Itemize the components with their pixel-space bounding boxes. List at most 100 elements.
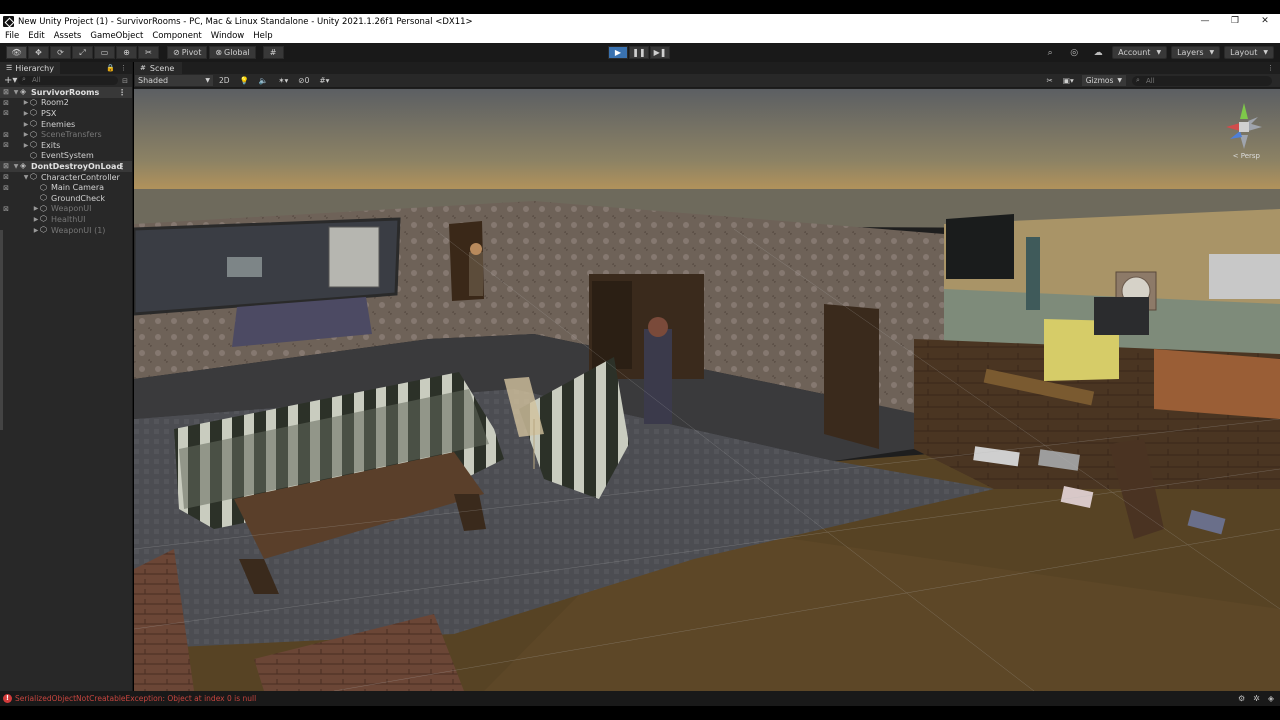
hierarchy-item[interactable]: ⬡ GroundCheck: [0, 193, 132, 204]
collab-icon[interactable]: ◎: [1064, 46, 1084, 59]
console-error-message[interactable]: SerializedObjectNotCreatableException: O…: [15, 694, 256, 703]
foldout-arrow-icon[interactable]: ▶: [22, 99, 30, 106]
hierarchy-item-label: DontDestroyOnLoad: [31, 161, 123, 171]
notification-icon[interactable]: ◈: [1268, 694, 1274, 703]
add-object-button[interactable]: +▾: [4, 75, 18, 86]
hierarchy-item[interactable]: ▶ ⬡ Enemies: [0, 119, 132, 130]
filter-icon[interactable]: ⊟: [122, 77, 128, 85]
hierarchy-item[interactable]: ▶ ⬡ HealthUI: [0, 214, 132, 225]
hierarchy-scene-row[interactable]: ⊠ ▼ ◈ DontDestroyOnLoad ⋮: [0, 161, 132, 172]
cloud-icon[interactable]: ☁: [1088, 46, 1108, 59]
hierarchy-scene-row[interactable]: ⊠ ▼ ◈ SurvivorRooms ⋮: [0, 87, 132, 98]
hierarchy-item[interactable]: ▶ ⬡ WeaponUI (1): [0, 225, 132, 236]
hierarchy-item[interactable]: ⊠ ▶ ⬡ WeaponUI: [0, 204, 132, 215]
close-button[interactable]: ✕: [1250, 14, 1280, 29]
foldout-arrow-icon[interactable]: ▼: [12, 89, 20, 96]
foldout-arrow-icon[interactable]: ▼: [12, 163, 20, 170]
visibility-toggle-icon[interactable]: ⊠: [0, 184, 12, 192]
visibility-toggle-icon[interactable]: ⊠: [0, 88, 12, 96]
scene-viewport[interactable]: < Persp: [134, 89, 1280, 691]
menu-edit[interactable]: Edit: [28, 31, 44, 41]
pivot-label: Pivot: [181, 48, 202, 57]
menu-help[interactable]: Help: [253, 31, 272, 41]
global-toggle[interactable]: ⊗ Global: [209, 46, 256, 59]
view-tool-eye-icon[interactable]: 👁: [6, 46, 27, 59]
tools-icon[interactable]: ✂: [1043, 75, 1057, 86]
menu-component[interactable]: Component: [152, 31, 201, 41]
hierarchy-item[interactable]: ⊠ ▶ ⬡ SceneTransfers: [0, 129, 132, 140]
lock-icon[interactable]: 🔒: [106, 64, 115, 72]
kebab-menu-icon[interactable]: ⋮: [120, 64, 127, 72]
scale-tool-icon[interactable]: ⤢: [72, 46, 93, 59]
hierarchy-item[interactable]: ⊠ ▶ ⬡ Room2: [0, 98, 132, 109]
hidden-objects-toggle[interactable]: ⊘ 0: [294, 75, 313, 86]
hierarchy-item[interactable]: ⊠ ⬡ Main Camera: [0, 182, 132, 193]
visibility-toggle-icon[interactable]: ⊠: [0, 205, 12, 213]
audio-toggle-icon[interactable]: 🔈: [255, 75, 272, 86]
foldout-arrow-icon[interactable]: ▶: [22, 142, 30, 149]
settings-icon[interactable]: ✲: [1253, 694, 1260, 703]
move-tool-icon[interactable]: ✥: [28, 46, 49, 59]
gizmos-dropdown[interactable]: Gizmos ▼: [1081, 75, 1126, 86]
hierarchy-tab-label: Hierarchy: [15, 63, 54, 73]
layout-dropdown[interactable]: Layout ▼: [1224, 46, 1274, 59]
visibility-toggle-icon[interactable]: ⊠: [0, 141, 12, 149]
play-button[interactable]: ▶: [608, 46, 628, 59]
2d-toggle[interactable]: 2D: [215, 75, 234, 86]
tab-scene[interactable]: # Scene: [134, 62, 183, 74]
kebab-menu-icon[interactable]: ⋮: [1267, 64, 1274, 72]
hierarchy-tab-bar: ☰ Hierarchy 🔒 ⋮: [0, 62, 132, 74]
window-title: New Unity Project (1) - SurvivorRooms - …: [18, 16, 473, 27]
foldout-arrow-icon[interactable]: ▶: [32, 216, 40, 223]
search-icon[interactable]: ⌕: [1040, 46, 1060, 59]
scene-toolbar: Shaded▼ 2D 💡 🔈 ✶▾ ⊘0 #▾ ✂ ▣▾ Gizmos▼ All: [134, 74, 1280, 88]
pause-button[interactable]: ❚❚: [629, 46, 649, 59]
menu-file[interactable]: File: [5, 31, 19, 41]
foldout-arrow-icon[interactable]: ▶: [32, 227, 40, 234]
foldout-arrow-icon[interactable]: ▶: [22, 110, 30, 117]
visibility-toggle-icon[interactable]: ⊠: [0, 99, 12, 107]
visibility-toggle-icon[interactable]: ⊠: [0, 109, 12, 117]
visibility-toggle-icon[interactable]: ⊠: [0, 162, 12, 170]
account-dropdown[interactable]: Account ▼: [1112, 46, 1168, 59]
foldout-arrow-icon[interactable]: ▶: [32, 205, 40, 212]
projection-label[interactable]: < Persp: [1233, 152, 1260, 160]
foldout-arrow-icon[interactable]: ▶: [22, 131, 30, 138]
pivot-toggle[interactable]: ⊘ Pivot: [167, 46, 208, 59]
visibility-toggle-icon[interactable]: ⊠: [0, 173, 12, 181]
rotate-tool-icon[interactable]: ⟳: [50, 46, 71, 59]
grid-snap-icon[interactable]: #: [262, 46, 284, 59]
rect-tool-icon[interactable]: ▭: [94, 46, 115, 59]
custom-tool-icon[interactable]: ✂: [138, 46, 159, 59]
hierarchy-item-label: Main Camera: [51, 183, 105, 193]
camera-icon[interactable]: ▣▾: [1059, 75, 1078, 86]
lighting-toggle-icon[interactable]: 💡: [236, 75, 253, 86]
maximize-button[interactable]: ❐: [1220, 14, 1250, 29]
effects-toggle-icon[interactable]: ✶▾: [274, 75, 292, 86]
menu-gameobject[interactable]: GameObject: [90, 31, 143, 41]
hierarchy-search-input[interactable]: All: [18, 75, 119, 85]
shading-mode-dropdown[interactable]: Shaded ▼: [135, 75, 213, 86]
grid-toggle-icon[interactable]: #▾: [315, 75, 333, 86]
foldout-arrow-icon[interactable]: ▼: [22, 174, 30, 181]
panel-resize-handle[interactable]: [0, 230, 3, 430]
hierarchy-item[interactable]: ⊠ ▶ ⬡ PSX: [0, 108, 132, 119]
kebab-menu-icon[interactable]: ⋮: [118, 162, 126, 171]
minimize-button[interactable]: —: [1190, 14, 1220, 29]
hierarchy-item[interactable]: ⊠ ▶ ⬡ Exits: [0, 140, 132, 151]
transform-tool-icon[interactable]: ⊕: [116, 46, 137, 59]
foldout-arrow-icon[interactable]: ▶: [22, 121, 30, 128]
layers-dropdown[interactable]: Layers ▼: [1171, 46, 1221, 59]
menu-assets[interactable]: Assets: [54, 31, 82, 41]
step-button[interactable]: ▶❚: [650, 46, 670, 59]
menu-window[interactable]: Window: [211, 31, 245, 41]
hierarchy-item[interactable]: ⊠ ▼ ⬡ CharacterController: [0, 172, 132, 183]
tab-hierarchy[interactable]: ☰ Hierarchy: [0, 62, 60, 74]
hierarchy-item[interactable]: ⬡ EventSystem: [0, 151, 132, 162]
scene-search-input[interactable]: All: [1132, 75, 1272, 86]
unity-logo-icon: [3, 16, 14, 27]
chevron-down-icon: ▼: [1117, 77, 1122, 84]
kebab-menu-icon[interactable]: ⋮: [118, 88, 126, 97]
hierarchy-item-label: SurvivorRooms: [31, 87, 100, 97]
visibility-toggle-icon[interactable]: ⊠: [0, 131, 12, 139]
